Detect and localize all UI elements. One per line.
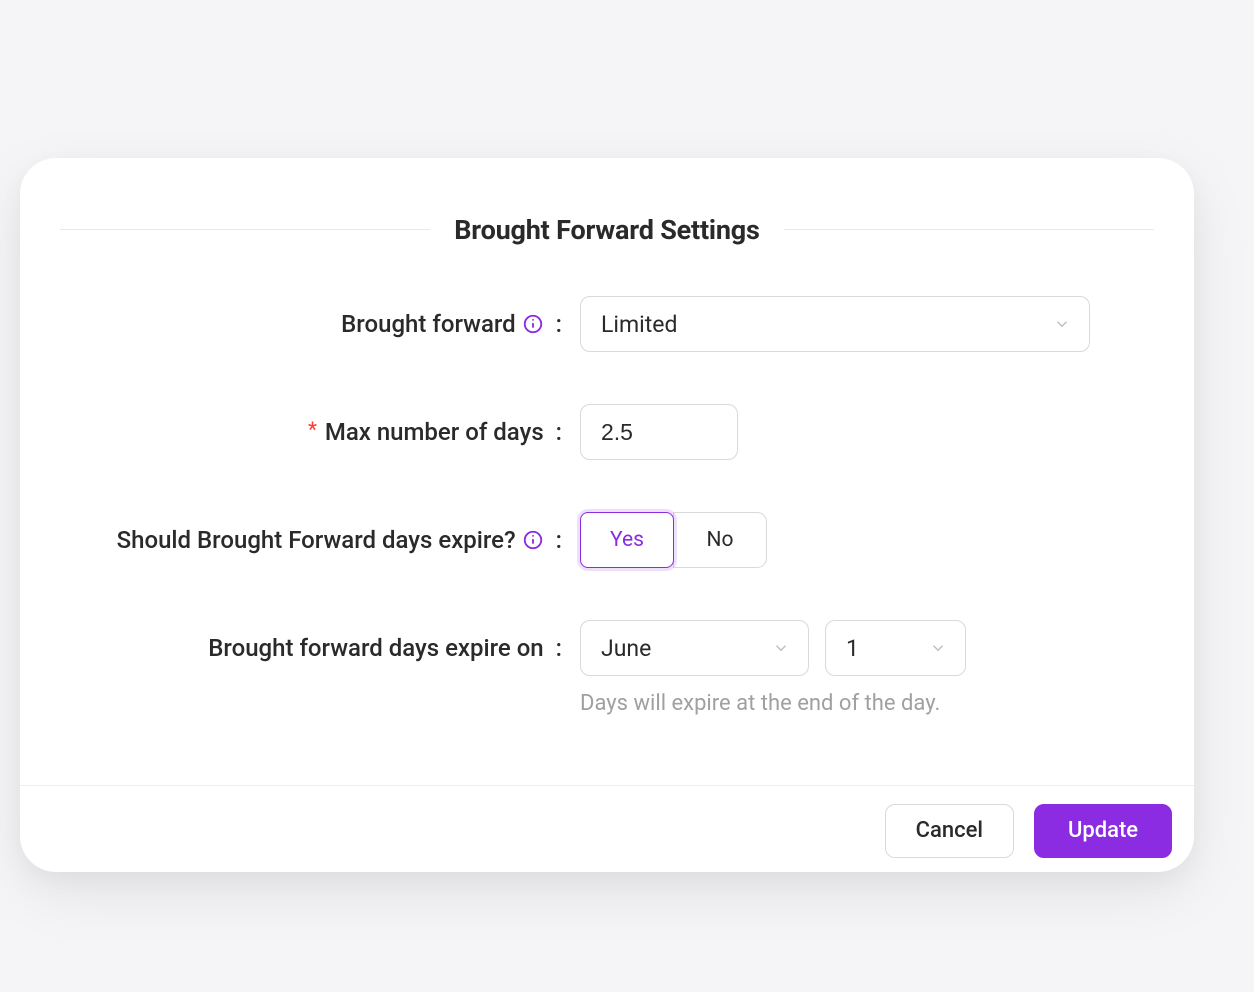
radio-label: No	[707, 528, 734, 552]
modal-title: Brought Forward Settings	[430, 214, 783, 246]
modal-header: Brought Forward Settings	[20, 158, 1194, 246]
expire-radio-group: Yes No	[580, 512, 767, 568]
row-max-days: * Max number of days :	[56, 404, 1158, 460]
label-col: Brought forward :	[56, 310, 562, 338]
select-value: Limited	[601, 311, 677, 338]
max-days-label: * Max number of days :	[308, 418, 562, 446]
control-col: Limited	[562, 296, 1090, 352]
label-col: * Max number of days :	[56, 418, 562, 446]
info-icon[interactable]	[522, 313, 544, 335]
expire-helper-text: Days will expire at the end of the day.	[580, 690, 966, 719]
select-value: 1	[846, 635, 859, 662]
expire-no-button[interactable]: No	[673, 512, 767, 568]
expire-yes-button[interactable]: Yes	[580, 512, 674, 568]
chevron-down-icon	[772, 639, 790, 657]
row-brought-forward: Brought forward : Limited	[56, 296, 1158, 352]
brought-forward-select[interactable]: Limited	[580, 296, 1090, 352]
expire-month-select[interactable]: June	[580, 620, 809, 676]
label-text: Max number of days	[325, 418, 544, 446]
label-text: Brought forward	[341, 310, 516, 338]
control-col: June 1	[562, 620, 966, 719]
expire-day-select[interactable]: 1	[825, 620, 966, 676]
select-value: June	[601, 635, 651, 662]
cancel-button[interactable]: Cancel	[885, 804, 1014, 858]
info-icon[interactable]	[522, 529, 544, 551]
chevron-down-icon	[929, 639, 947, 657]
control-col: Yes No	[562, 512, 767, 568]
expire-selects-row: June 1	[580, 620, 966, 676]
required-asterisk: *	[308, 417, 317, 441]
label-text: Brought forward days expire on	[208, 634, 543, 662]
expire-on-label: Brought forward days expire on :	[208, 634, 562, 662]
chevron-down-icon	[1053, 315, 1071, 333]
radio-label: Yes	[610, 528, 644, 552]
row-expire-on: Brought forward days expire on : June	[56, 620, 1158, 719]
button-label: Cancel	[916, 818, 983, 843]
label-col: Brought forward days expire on :	[56, 620, 562, 662]
update-button[interactable]: Update	[1034, 804, 1172, 858]
expire-question-label: Should Brought Forward days expire? :	[117, 526, 562, 554]
button-label: Update	[1068, 818, 1138, 843]
brought-forward-settings-modal: Brought Forward Settings Brought forward…	[20, 158, 1194, 872]
modal-footer: Cancel Update	[20, 785, 1194, 872]
row-expire-question: Should Brought Forward days expire? : Ye…	[56, 512, 1158, 568]
control-col	[562, 404, 738, 460]
brought-forward-label: Brought forward :	[341, 310, 562, 338]
label-text: Should Brought Forward days expire?	[117, 526, 516, 554]
label-col: Should Brought Forward days expire? :	[56, 526, 562, 554]
max-days-input[interactable]	[580, 404, 738, 460]
modal-body: Brought forward : Limited	[20, 246, 1194, 785]
